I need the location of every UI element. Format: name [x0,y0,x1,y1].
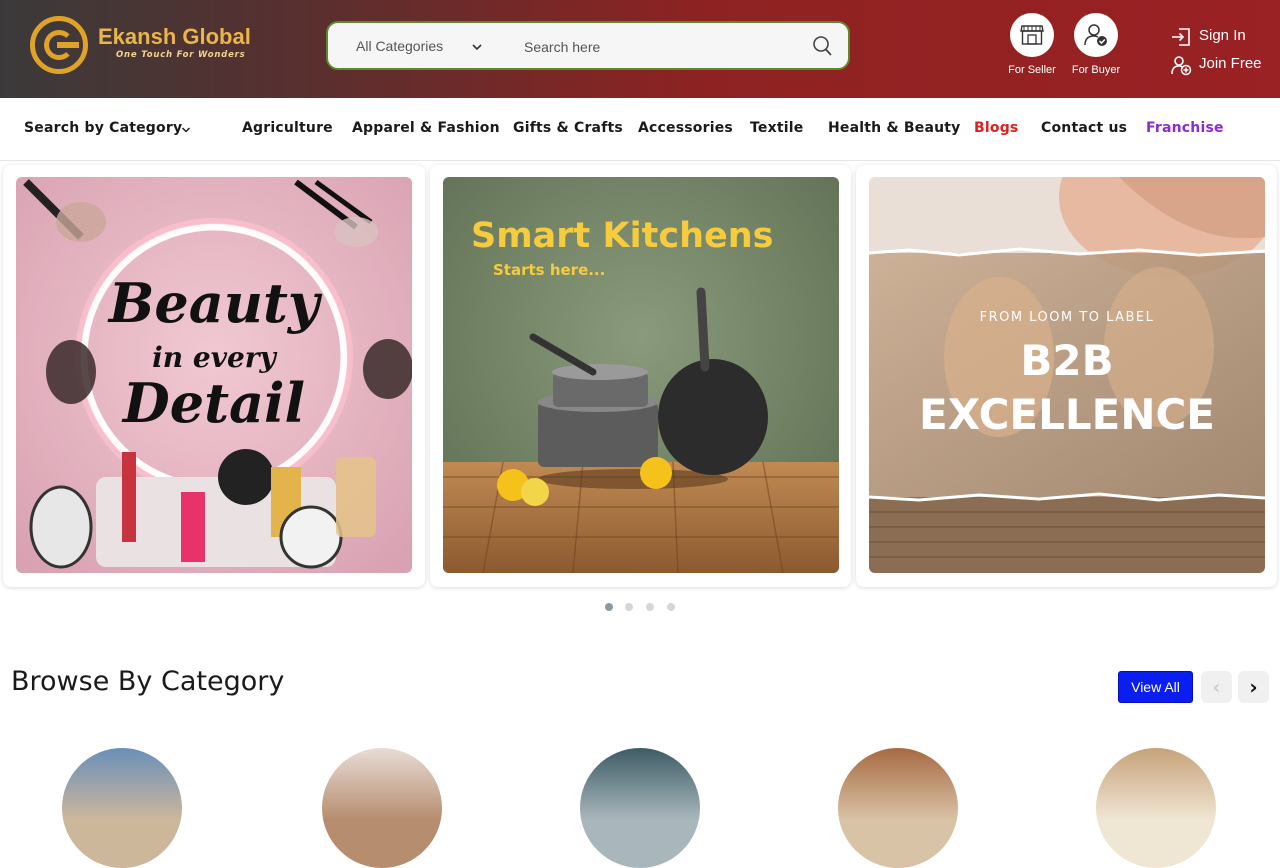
view-all-button[interactable]: View All [1118,671,1193,703]
nav-apparel-fashion[interactable]: Apparel & Fashion [352,120,500,136]
chevron-down-icon[interactable] [470,40,484,54]
category-thumbnail[interactable] [580,748,700,868]
nav-contact-us[interactable]: Contact us [1041,120,1127,136]
for-buyer-label: For Buyer [1071,64,1121,76]
carousel-dot[interactable] [605,603,613,611]
beauty-line-2: in every [152,341,277,374]
join-free-link[interactable]: Join Free [1170,54,1280,76]
site-header: Ekansh Global One Touch For Wonders All … [0,0,1280,98]
beauty-line-3: Detail [121,371,305,435]
category-select[interactable]: All Categories [356,38,443,54]
add-user-icon [1171,56,1192,76]
category-thumbnail[interactable] [322,748,442,868]
banner-card-b2b[interactable]: FROM LOOM TO LABEL B2B EXCELLENCE [856,165,1277,587]
b2b-kicker: FROM LOOM TO LABEL [980,310,1155,325]
carousel-dot[interactable] [667,603,675,611]
nav-blogs[interactable]: Blogs [974,120,1018,136]
banner-card-kitchen[interactable]: Smart Kitchens Starts here... [430,165,851,587]
b2b-banner-image: FROM LOOM TO LABEL B2B EXCELLENCE [869,177,1265,573]
logo-icon [30,16,88,74]
kitchen-title: Smart Kitchens [471,216,773,256]
sign-in-link[interactable]: Sign In [1170,26,1280,48]
sign-in-icon [1172,28,1190,46]
chevron-down-icon[interactable] [180,124,192,136]
brand-name: Ekansh Global [98,24,251,49]
category-nav: Search by Category Agriculture Apparel &… [0,98,1280,161]
search-input[interactable] [524,36,794,58]
store-icon [1010,13,1054,57]
carousel-dot[interactable] [646,603,654,611]
nav-agriculture[interactable]: Agriculture [242,120,333,136]
kitchen-subtitle: Starts here... [493,261,605,279]
nav-health-beauty[interactable]: Health & Beauty [828,120,960,136]
category-thumbnail[interactable] [1096,748,1216,868]
buyer-icon [1074,13,1118,57]
beauty-line-1: Beauty [107,271,323,335]
nav-accessories[interactable]: Accessories [638,120,733,136]
search-bar: All Categories [326,21,850,70]
beauty-banner-image: Beauty in every Detail [16,177,412,573]
b2b-line-1: B2B [1020,336,1113,385]
b2b-line-2: EXCELLENCE [919,390,1215,439]
category-thumbnail[interactable] [838,748,958,868]
next-arrow-button[interactable]: › [1238,671,1269,703]
prev-arrow-button[interactable]: ‹ [1201,671,1232,703]
browse-by-category-heading: Browse By Category [11,666,285,697]
sign-in-label: Sign In [1199,27,1246,44]
search-icon[interactable] [812,35,832,57]
nav-textile[interactable]: Textile [750,120,803,136]
join-free-label: Join Free [1199,55,1262,72]
for-buyer-button[interactable]: For Buyer [1061,13,1131,76]
search-by-category-dropdown[interactable]: Search by Category [24,120,182,136]
brand-tagline: One Touch For Wonders [116,50,246,60]
for-seller-button[interactable]: For Seller [997,13,1067,76]
carousel-dot[interactable] [625,603,633,611]
for-seller-label: For Seller [1008,64,1056,76]
brand-logo[interactable]: Ekansh Global One Touch For Wonders [30,16,270,76]
nav-franchise[interactable]: Franchise [1146,120,1224,136]
banner-card-beauty[interactable]: Beauty in every Detail [3,165,425,587]
nav-gifts-crafts[interactable]: Gifts & Crafts [513,120,623,136]
kitchen-banner-image: Smart Kitchens Starts here... [443,177,839,573]
category-thumbnail[interactable] [62,748,182,868]
